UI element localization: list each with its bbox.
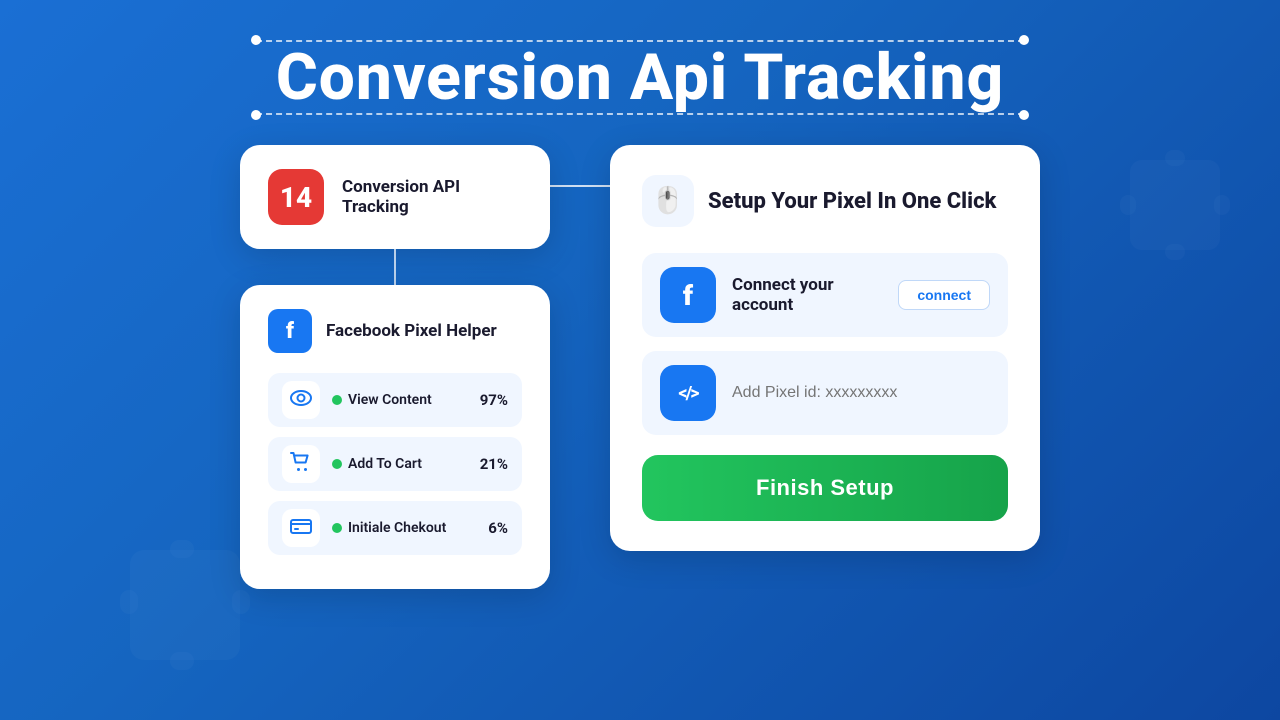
connect-button[interactable]: connect (898, 280, 990, 310)
metric-icon-wrap-eye (282, 381, 320, 419)
metric-row-view-content: View Content 97% (268, 373, 522, 427)
vertical-connector (394, 249, 397, 285)
fb-card-title: Facebook Pixel Helper (326, 321, 497, 341)
status-dot-green-3 (332, 523, 342, 533)
facebook-icon-large: f (660, 267, 716, 323)
page-title: Conversion Api Tracking (256, 40, 1024, 115)
status-dot-green (332, 395, 342, 405)
panel-title: Setup Your Pixel In One Click (708, 189, 996, 214)
pixel-id-input[interactable] (732, 384, 990, 402)
conversion-card-title: Conversion API Tracking (342, 177, 522, 217)
title-section: Conversion Api Tracking (0, 0, 1280, 115)
fb-pixel-helper-card: f Facebook Pixel Helper View Content (240, 285, 550, 589)
right-panel: 🖱️ Setup Your Pixel In One Click f Conne… (610, 145, 1040, 551)
connect-label: Connect your account (732, 275, 882, 315)
metric-pct-checkout: 6% (488, 519, 508, 537)
title-bracket: Conversion Api Tracking (256, 40, 1024, 115)
cursor-icon: 🖱️ (652, 186, 684, 216)
metric-icon-wrap-card (282, 509, 320, 547)
fb-card-header: f Facebook Pixel Helper (268, 309, 522, 353)
metric-row-checkout: Initiale Chekout 6% (268, 501, 522, 555)
metric-label-checkout: Initiale Chekout (348, 520, 446, 536)
metric-pct-add-to-cart: 21% (480, 455, 508, 473)
left-column: 14 Conversion API Tracking f Facebook Pi… (240, 145, 550, 589)
badge-number: 14 (268, 169, 324, 225)
facebook-icon-small: f (268, 309, 312, 353)
metric-info-view-content: View Content 97% (332, 391, 508, 409)
panel-header: 🖱️ Setup Your Pixel In One Click (642, 175, 1008, 227)
cursor-icon-wrap: 🖱️ (642, 175, 694, 227)
code-icon: </> (678, 383, 697, 404)
status-dot-green-2 (332, 459, 342, 469)
content-area: 14 Conversion API Tracking f Facebook Pi… (0, 115, 1280, 589)
metric-label-view-content: View Content (348, 392, 432, 408)
finish-setup-button[interactable]: Finish Setup (642, 455, 1008, 521)
metric-pct-view-content: 97% (480, 391, 508, 409)
metric-label-add-to-cart: Add To Cart (348, 456, 422, 472)
pixel-id-row: </> (642, 351, 1008, 435)
code-icon-wrap: </> (660, 365, 716, 421)
metric-info-add-to-cart: Add To Cart 21% (332, 455, 508, 473)
metric-info-checkout: Initiale Chekout 6% (332, 519, 508, 537)
metric-icon-wrap-cart (282, 445, 320, 483)
metric-row-add-to-cart: Add To Cart 21% (268, 437, 522, 491)
credit-card-icon (290, 517, 312, 540)
cart-icon (290, 452, 312, 477)
eye-icon (290, 390, 312, 411)
conversion-tracking-card: 14 Conversion API Tracking (240, 145, 550, 249)
connect-account-row: f Connect your account connect (642, 253, 1008, 337)
